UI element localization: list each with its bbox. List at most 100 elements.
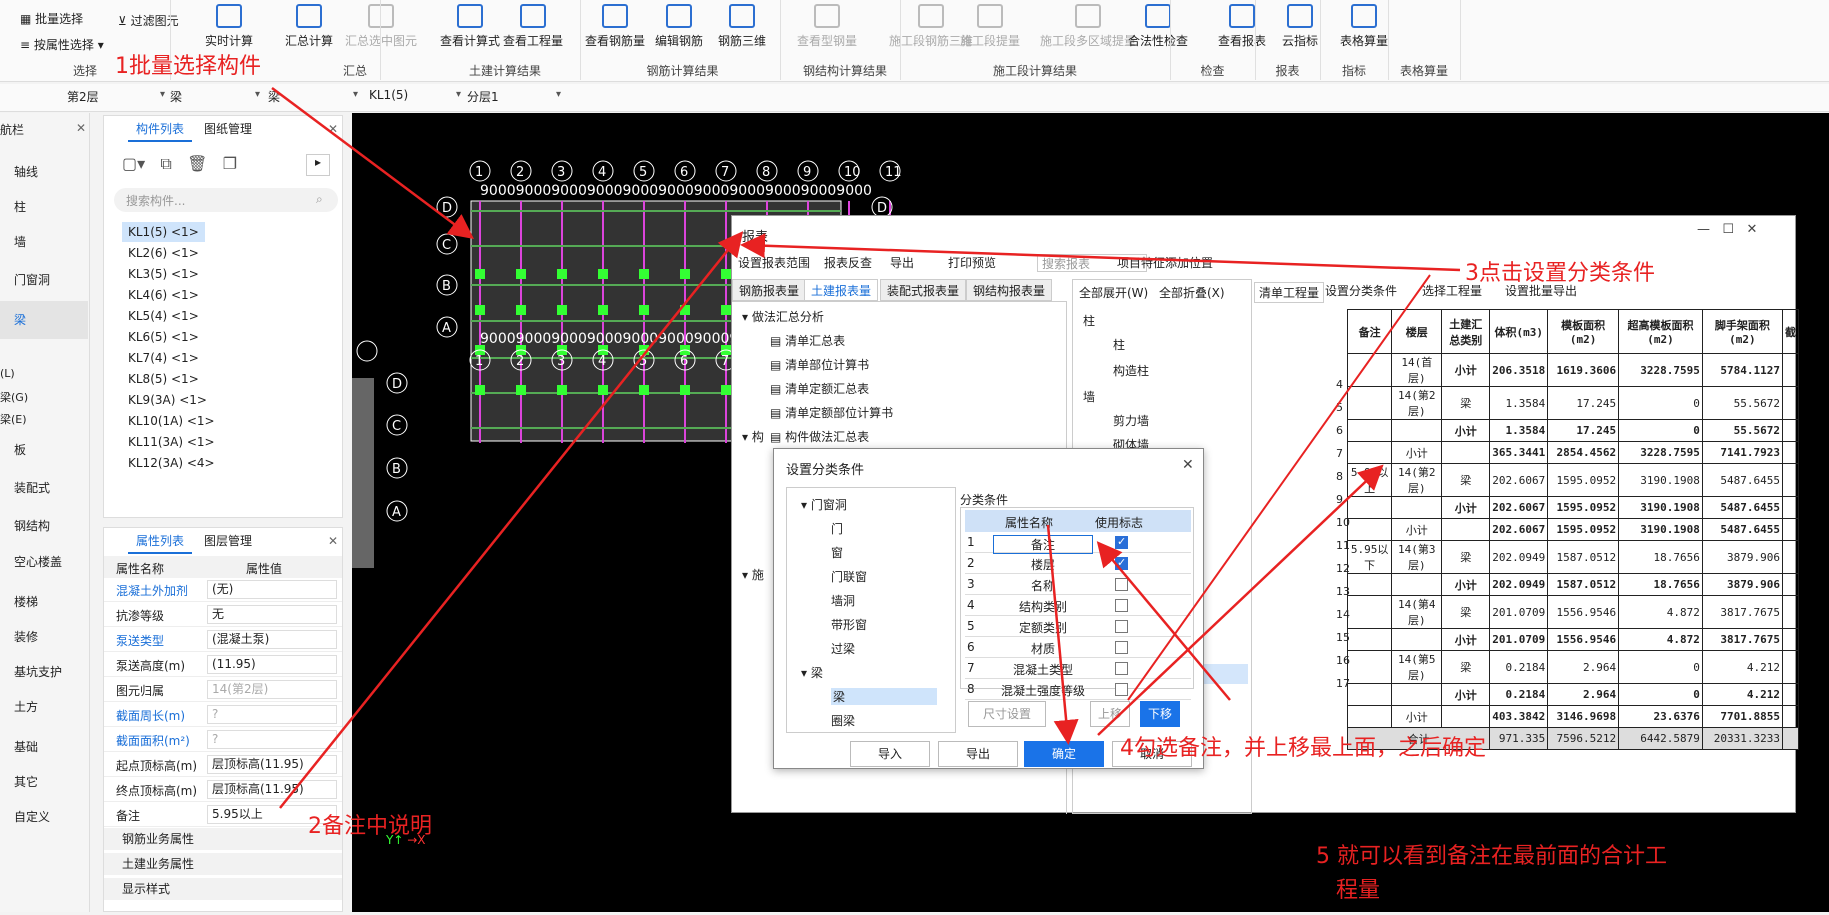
tab-layer-manage[interactable]: 图层管理 [196,528,260,554]
component-item[interactable]: KL12(3A) <4> [122,453,221,473]
import-button[interactable]: 导入 [850,741,930,767]
ribbon-button[interactable]: 查看计算式 [440,4,500,49]
ribbon-button[interactable]: 汇总计算 [285,4,333,49]
close-icon[interactable]: ✕ [1182,457,1194,473]
collapse-all-button[interactable]: 全部折叠(X) [1159,284,1225,301]
component-item[interactable]: KL4(6) <1> [122,285,205,305]
right-toolbar-item[interactable]: 设置分类条件 [1325,282,1397,299]
ribbon-button[interactable]: 编辑钢筋 [655,4,703,49]
prop-value[interactable]: 无 [207,605,337,624]
nav-item[interactable]: 柱 [14,198,26,215]
nav-item[interactable]: 梁 [0,301,88,339]
nav-item[interactable]: 梁(G) [0,389,28,405]
report-toolbar-button[interactable]: 打印预览 [948,254,996,271]
mid-tree-item[interactable]: 剪力墙 [1113,412,1149,429]
mid-tree-item[interactable]: 墙 [1083,388,1095,405]
dialog-tree-item[interactable]: 窗 [831,544,843,561]
nav-item[interactable]: 装修 [14,628,38,645]
report-tab[interactable]: 钢筋报表量 [732,279,807,301]
report-tree-item[interactable]: ▤ 清单汇总表 [770,332,845,349]
ribbon-button[interactable]: 施工段多区域提量 [1040,4,1136,49]
floor-select[interactable]: 第2层 [63,88,167,108]
component-item[interactable]: KL7(4) <1> [122,348,205,368]
search-input[interactable]: 搜索构件... [114,188,338,212]
export-button[interactable]: 导出 [938,741,1018,767]
ribbon-button[interactable]: 查看工程量 [503,4,563,49]
use-checkbox[interactable] [1115,620,1128,633]
report-tree-group[interactable]: ▾ 构 [742,428,764,445]
ribbon-button[interactable]: 查看钢筋量 [585,4,645,49]
component-item[interactable]: KL5(4) <1> [122,306,205,326]
prop-section[interactable]: 钢筋业务属性 [104,828,342,850]
cond-row[interactable]: 3 名称 [965,574,1191,595]
close-icon[interactable]: ✕ [328,122,338,136]
cond-row[interactable]: 5 定额类别 [965,616,1191,637]
dialog-tree-item[interactable]: 梁 [831,688,937,705]
copy-icon[interactable]: ⧉ [160,154,171,173]
report-tree-item[interactable]: ▤ 清单定额汇总表 [770,380,869,397]
tree-root[interactable]: ▾ 做法汇总分析 [742,308,824,325]
right-toolbar-item[interactable]: 清单工程量 [1254,282,1325,303]
expand-all-button[interactable]: 全部展开(W) [1079,284,1148,301]
nav-item[interactable]: 其它 [14,773,38,790]
ok-button[interactable]: 确定 [1024,741,1104,767]
select-by-attr-button[interactable]: ≡ 按属性选择 ▾ [20,36,104,53]
use-checkbox[interactable] [1115,683,1128,696]
new-icon[interactable]: ▢▾ [122,154,145,173]
prop-value[interactable]: (无) [207,580,337,599]
use-checkbox[interactable] [1115,641,1128,654]
tab-drawing-manage[interactable]: 图纸管理 [196,116,260,142]
dialog-tree-item[interactable]: 过梁 [831,640,855,657]
prop-value[interactable]: (混凝土泵) [207,630,337,649]
tab-component-list[interactable]: 构件列表 [128,116,193,142]
ribbon-button[interactable]: 施工段提量 [960,4,1020,49]
nav-item[interactable]: 空心楼盖 [14,553,62,570]
use-checkbox[interactable] [1115,578,1128,591]
cond-row[interactable]: 8 混凝土强度等级 [965,679,1191,700]
use-checkbox[interactable] [1115,599,1128,612]
ribbon-button[interactable]: 汇总选中图元 [345,4,417,49]
dialog-tree-item[interactable]: 圈梁 [831,712,855,729]
close-icon[interactable]: ✕ [76,121,86,135]
delete-icon[interactable]: 🗑 [187,154,207,173]
mid-tree-item[interactable]: 构造柱 [1113,362,1149,379]
cond-row[interactable]: 7 混凝土类型 [965,658,1191,679]
nav-item[interactable]: 装配式 [14,479,50,496]
ribbon-button[interactable]: 实时计算 [205,4,253,49]
nav-item[interactable]: 自定义 [14,808,50,825]
ribbon-button[interactable]: 查看型钢量 [797,4,857,49]
minimize-icon[interactable]: — [1697,222,1710,237]
nav-item[interactable]: 楼梯 [14,593,38,610]
nav-item[interactable]: (L) [0,367,15,380]
layer-select[interactable]: 分层1 [463,88,563,108]
cond-row[interactable]: 2 楼层 [965,553,1191,574]
size-settings-button[interactable]: 尺寸设置 [968,701,1046,727]
nav-item[interactable]: 门窗洞 [14,271,50,288]
prop-value[interactable]: ? [207,730,337,749]
prop-section[interactable]: 土建业务属性 [104,853,342,875]
report-tree-item[interactable]: ▤ 构件做法汇总表 [770,428,869,445]
report-toolbar-button[interactable]: 设置报表范围 [738,254,810,271]
move-up-button[interactable]: 上移 [1090,701,1130,727]
component-item[interactable]: KL1(5) <1> [122,222,205,242]
batch-select-button[interactable]: ▦ 批量选择 [20,10,83,27]
component-item[interactable]: KL11(3A) <1> [122,432,221,452]
report-toolbar-button[interactable]: 导出 [890,254,914,271]
report-tab[interactable]: 土建报表量 [804,279,879,301]
cond-row[interactable]: 4 结构类别 [965,595,1191,616]
report-tab[interactable]: 装配式报表量 [880,279,967,301]
subtype-select[interactable]: 梁 [264,88,360,108]
nav-item[interactable]: 钢结构 [14,517,50,534]
component-select[interactable]: KL1(5) [365,88,463,108]
use-checkbox[interactable] [1115,556,1128,570]
tab-properties[interactable]: 属性列表 [128,528,193,554]
type-select[interactable]: 梁 [166,88,262,108]
nav-item[interactable]: 基础 [14,738,38,755]
maximize-icon[interactable]: ☐ [1722,222,1734,237]
ribbon-button[interactable]: 云指标 [1282,4,1318,49]
duplicate-icon[interactable]: ❐ [223,154,237,173]
prop-section[interactable]: 显示样式 [104,878,342,900]
expand-button[interactable]: ▸ [306,154,330,176]
move-down-button[interactable]: 下移 [1140,701,1180,727]
component-item[interactable]: KL10(1A) <1> [122,411,221,431]
